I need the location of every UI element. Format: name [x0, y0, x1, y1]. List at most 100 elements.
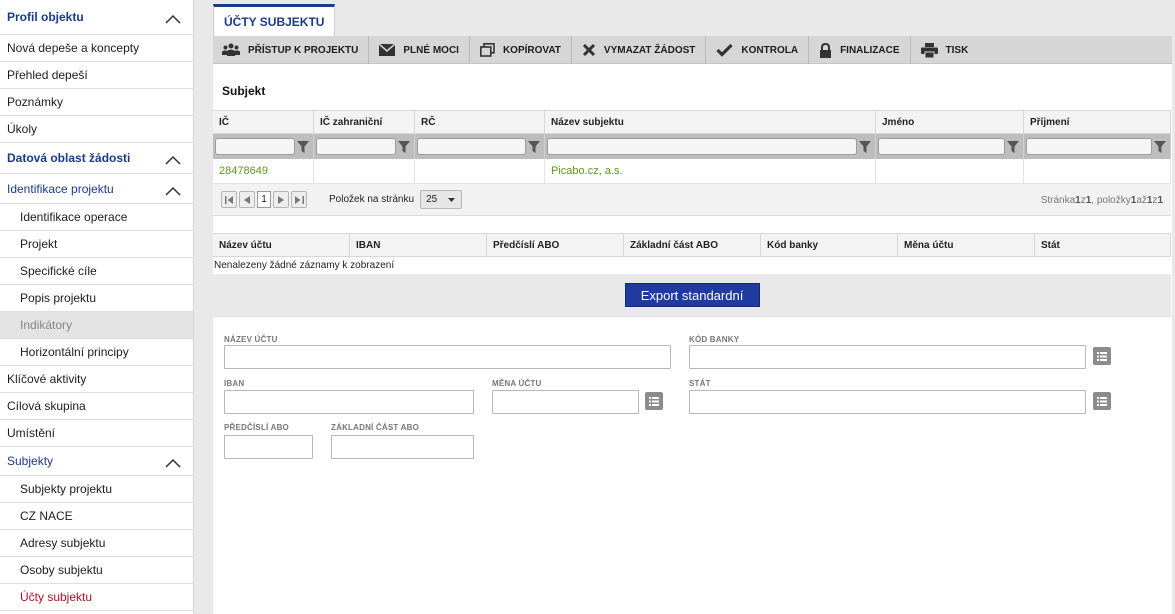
sidebar-item-osoby-subjektu[interactable]: Osoby subjektu — [0, 557, 193, 584]
tab-label: ÚČTY SUBJEKTU — [224, 14, 325, 29]
iban-field[interactable] — [224, 390, 474, 414]
envelope-icon — [379, 44, 396, 56]
pristup-k-projektu-button[interactable]: PŘÍSTUP K PROJEKTU — [213, 36, 370, 64]
filter-input[interactable] — [1026, 138, 1152, 155]
column-header[interactable]: Kód banky — [761, 234, 898, 256]
column-header[interactable]: Stát — [1035, 234, 1171, 256]
filter-icon[interactable] — [1005, 138, 1021, 155]
filter-icon[interactable] — [1152, 138, 1168, 155]
column-header[interactable]: IBAN — [350, 234, 487, 256]
pager-info: Stránka 1 z 1, položky 1 až 1 z 1 — [1041, 184, 1163, 216]
sidebar-item-specificke-cile[interactable]: Specifické cíle — [0, 258, 193, 285]
column-header[interactable]: RČ — [415, 111, 545, 133]
table-cell — [1024, 159, 1171, 183]
sidebar-item-popis-projektu[interactable]: Popis projektu — [0, 285, 193, 312]
sidebar-item-subjekty-projektu[interactable]: Subjekty projektu — [0, 476, 193, 503]
button-label: FINALIZACE — [840, 44, 900, 56]
empty-message: Nenalezeny žádné záznamy k zobrazení — [213, 257, 1171, 274]
filter-input[interactable] — [878, 138, 1005, 155]
label-iban: IBAN — [224, 379, 245, 388]
sidebar-item-ucty-subjektu[interactable]: Účty subjektu — [0, 584, 193, 611]
button-label: KONTROLA — [741, 44, 799, 56]
list-icon[interactable] — [1093, 347, 1111, 365]
sidebar-item-horizontalni-principy[interactable]: Horizontální principy — [0, 339, 193, 366]
export-standard-button[interactable]: Export standardní — [624, 283, 760, 307]
button-label: VYMAZAT ŽÁDOST — [603, 44, 696, 56]
kopirovat-button[interactable]: KOPÍROVAT — [470, 36, 572, 64]
column-header[interactable]: Název subjektu — [545, 111, 876, 133]
finalizace-button[interactable]: FINALIZACE — [809, 36, 911, 64]
sidebar-item-label: CZ NACE — [20, 509, 73, 523]
sidebar-item-ukoly[interactable]: Úkoly — [0, 116, 193, 143]
label-kod-banky: KÓD BANKY — [689, 335, 740, 344]
pager-info-text: , položky — [1091, 194, 1131, 206]
sidebar-item-nova-depese[interactable]: Nová depeše a koncepty — [0, 35, 193, 62]
sidebar-item-poznamky[interactable]: Poznámky — [0, 89, 193, 116]
column-header[interactable]: Měna účtu — [898, 234, 1035, 256]
sidebar-item-identifikace-projektu[interactable]: Identifikace projektu — [0, 174, 193, 204]
sidebar-item-identifikace-operace[interactable]: Identifikace operace — [0, 204, 193, 231]
column-header[interactable]: Jméno — [876, 111, 1024, 133]
column-header[interactable]: Název účtu — [213, 234, 350, 256]
prev-page-button[interactable] — [239, 191, 255, 208]
sidebar-item-profil-objektu[interactable]: Profil objektu — [0, 0, 193, 35]
zakladni-cast-abo-field[interactable] — [331, 435, 474, 459]
sidebar-item-adresy-subjektu[interactable]: Adresy subjektu — [0, 530, 193, 557]
sidebar-item-subjekty[interactable]: Subjekty — [0, 447, 193, 476]
column-header[interactable]: Základní část ABO — [624, 234, 761, 256]
sidebar-item-label: Poznámky — [7, 95, 64, 109]
table-row[interactable]: 28478649 Picabo.cz, a.s. — [213, 159, 1171, 184]
column-header[interactable]: Příjmení — [1024, 111, 1171, 133]
tab-ucty-subjektu[interactable]: ÚČTY SUBJEKTU — [213, 4, 336, 36]
first-page-button[interactable] — [221, 191, 237, 208]
copy-icon — [479, 43, 495, 57]
vymazat-zadost-button[interactable]: VYMAZAT ŽÁDOST — [572, 36, 707, 64]
predcisli-abo-field[interactable] — [224, 435, 313, 459]
sidebar-item-cz-nace[interactable]: CZ NACE — [0, 503, 193, 530]
mena-uctu-field[interactable] — [492, 390, 639, 414]
page-number-input[interactable]: 1 — [257, 191, 271, 208]
sidebar-item-umisteni[interactable]: Umístění — [0, 420, 193, 447]
last-page-button[interactable] — [291, 191, 307, 208]
users-icon — [222, 43, 240, 56]
per-page-select[interactable]: 25 — [420, 190, 463, 209]
column-header[interactable]: Předčíslí ABO — [487, 234, 624, 256]
list-icon[interactable] — [645, 392, 663, 410]
filter-icon[interactable] — [295, 138, 311, 155]
filter-input[interactable] — [316, 138, 396, 155]
chevron-up-icon[interactable] — [165, 155, 181, 167]
filter-input[interactable] — [417, 138, 526, 155]
filter-icon[interactable] — [396, 138, 412, 155]
table-cell — [314, 159, 415, 183]
sidebar-item-label: Specifické cíle — [20, 264, 97, 278]
sidebar-item-indikatory: Indikátory — [0, 312, 193, 339]
sidebar-item-prehled-depesi[interactable]: Přehled depeší — [0, 62, 193, 89]
filter-icon[interactable] — [526, 138, 542, 155]
nazev-uctu-field[interactable] — [224, 345, 671, 369]
kod-banky-field[interactable] — [689, 345, 1086, 369]
tisk-button[interactable]: TISK — [911, 36, 979, 64]
export-bar: Export standardní — [213, 274, 1171, 317]
filter-input[interactable] — [547, 138, 857, 155]
pager: 1 Položek na stránku 25 Stránka 1 z 1, p… — [213, 184, 1171, 216]
column-header[interactable]: IČ zahraniční — [314, 111, 415, 133]
sidebar-item-label: Nová depeše a koncepty — [7, 41, 140, 55]
plne-moci-button[interactable]: PLNÉ MOCI — [369, 36, 470, 64]
per-page-value: 25 — [426, 194, 438, 205]
sidebar-item-label: Adresy subjektu — [20, 536, 106, 550]
sidebar-item-datova-oblast[interactable]: Datová oblast žádosti — [0, 143, 193, 174]
column-header[interactable]: IČ — [213, 111, 314, 133]
filter-input[interactable] — [215, 138, 295, 155]
chevron-up-icon[interactable] — [165, 14, 181, 26]
sidebar-item-projekt[interactable]: Projekt — [0, 231, 193, 258]
list-icon[interactable] — [1093, 392, 1111, 410]
chevron-up-icon[interactable] — [165, 186, 181, 198]
kontrola-button[interactable]: KONTROLA — [706, 36, 810, 64]
stat-field[interactable] — [689, 390, 1086, 414]
filter-icon[interactable] — [857, 138, 873, 155]
next-page-button[interactable] — [273, 191, 289, 208]
chevron-up-icon[interactable] — [165, 458, 181, 470]
sidebar-item-klicove-aktivity[interactable]: Klíčové aktivity — [0, 366, 193, 393]
sidebar-item-label: Subjekty projektu — [20, 482, 113, 496]
sidebar-item-cilova-skupina[interactable]: Cílová skupina — [0, 393, 193, 420]
